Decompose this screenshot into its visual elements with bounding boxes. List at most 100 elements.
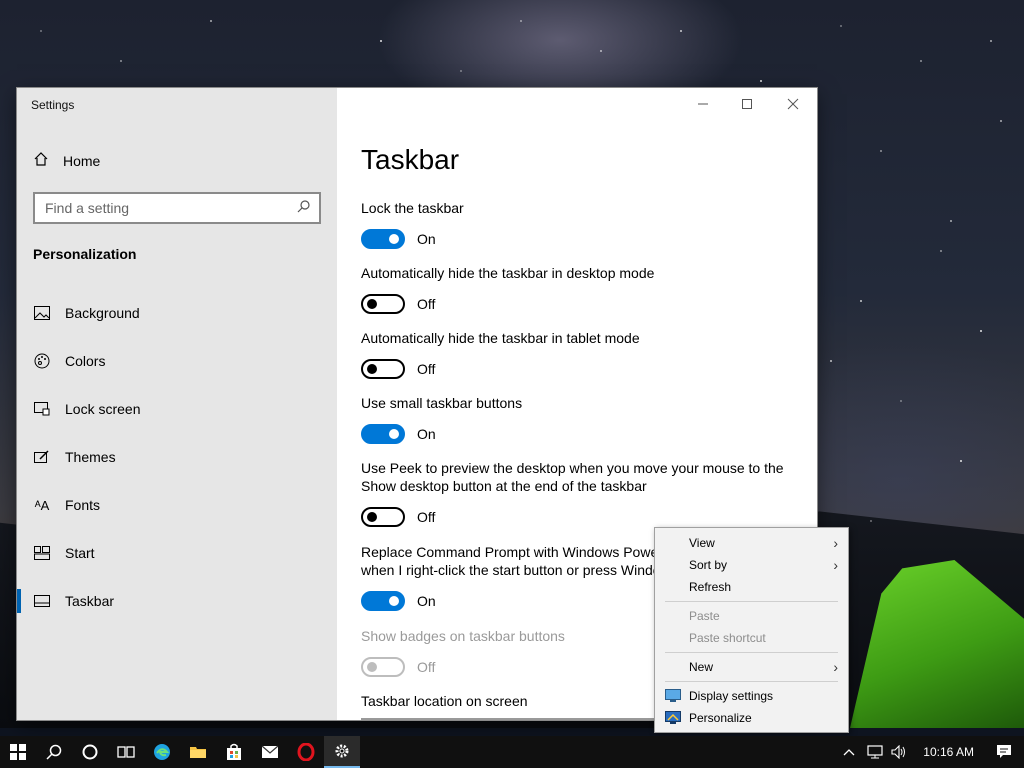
search-box[interactable] [33,192,321,224]
menu-item-paste-shortcut[interactable]: Paste shortcut [655,627,848,649]
taskbar: 10:16 AM [0,736,1024,768]
menu-item-sort-by[interactable]: Sort by › [655,554,848,576]
minimize-button[interactable] [687,94,719,114]
menu-item-new[interactable]: New › [655,656,848,678]
network-icon[interactable] [867,745,883,759]
small-buttons-toggle[interactable] [361,424,405,444]
action-center-icon[interactable] [990,744,1024,760]
sidebar-item-label: Start [65,545,95,561]
star [870,520,872,522]
menu-separator [665,601,838,602]
menu-item-label: Paste [689,609,720,623]
star [760,80,762,82]
search-button[interactable] [36,736,72,768]
search-icon[interactable] [297,199,311,218]
sidebar-item-taskbar[interactable]: Taskbar [17,581,337,621]
star [950,220,952,222]
sidebar-item-themes[interactable]: Themes [17,437,337,477]
sidebar-item-label: Lock screen [65,401,141,417]
start-button[interactable] [0,736,36,768]
autohide-desktop-toggle[interactable] [361,294,405,314]
chevron-right-icon: › [833,557,838,573]
star [990,40,992,42]
mail-app[interactable] [252,736,288,768]
star [830,360,832,362]
setting-autohide-desktop: Automatically hide the taskbar in deskto… [361,264,801,314]
setting-label: Use Peek to preview the desktop when you… [361,460,784,494]
display-icon [665,689,681,703]
font-icon: ᴬA [34,497,50,513]
chevron-up-icon[interactable] [839,748,859,756]
file-explorer-icon [190,747,206,758]
cortana-button[interactable] [72,736,108,768]
sidebar-item-fonts[interactable]: ᴬA Fonts [17,485,337,525]
search-input[interactable] [45,200,285,216]
star [460,70,462,72]
menu-item-display-settings[interactable]: Display settings [655,685,848,707]
star [920,60,922,62]
palette-icon [33,352,51,370]
lock-screen-icon [33,400,51,418]
edge-icon [154,744,170,760]
menu-item-refresh[interactable]: Refresh [655,576,848,598]
star [940,250,942,252]
powershell-toggle[interactable] [361,591,405,611]
picture-icon [33,304,51,322]
location-dropdown[interactable] [361,718,661,720]
sidebar: Settings Home Personalization Background [17,88,337,720]
menu-item-label: Paste shortcut [689,631,766,645]
star [880,150,882,152]
setting-label: Automatically hide the taskbar in deskto… [361,265,655,281]
settings-app[interactable] [324,736,360,768]
maximize-button[interactable] [731,94,763,114]
opera-browser-icon [297,743,315,761]
star [860,300,862,302]
menu-item-view[interactable]: View › [655,532,848,554]
star [840,25,842,27]
star [980,330,982,332]
star [210,20,212,22]
sidebar-item-lock-screen[interactable]: Lock screen [17,389,337,429]
edge-app[interactable] [144,736,180,768]
volume-icon[interactable] [891,745,907,759]
setting-autohide-tablet: Automatically hide the taskbar in tablet… [361,329,801,379]
close-button[interactable] [777,94,809,114]
peek-toggle[interactable] [361,507,405,527]
badges-toggle[interactable] [361,657,405,677]
section-title: Personalization [33,246,137,262]
toggle-state: Off [417,361,436,377]
home-icon [33,151,49,170]
home-nav-item[interactable]: Home [33,151,100,170]
sidebar-item-label: Background [65,305,140,321]
star [1000,120,1002,122]
sidebar-item-label: Themes [65,449,116,465]
sidebar-item-start[interactable]: Start [17,533,337,573]
sidebar-item-label: Taskbar [65,593,115,609]
star [900,400,902,402]
lock-taskbar-toggle[interactable] [361,229,405,249]
system-tray: 10:16 AM [839,736,1024,768]
opera-browser-app[interactable] [288,736,324,768]
star [680,30,682,32]
brush-icon [33,448,51,466]
menu-item-paste[interactable]: Paste [655,605,848,627]
task-view-button[interactable] [108,736,144,768]
sidebar-item-label: Colors [65,353,106,369]
star [120,60,122,62]
sidebar-item-background[interactable]: Background [17,293,337,333]
autohide-tablet-toggle[interactable] [361,359,405,379]
window-title: Settings [31,98,75,112]
menu-item-label: Sort by [689,558,728,572]
setting-label: Automatically hide the taskbar in tablet… [361,330,640,346]
menu-item-personalize[interactable]: Personalize [655,707,848,729]
menu-item-label: Personalize [689,711,752,725]
file-explorer-app[interactable] [180,736,216,768]
clock[interactable]: 10:16 AM [915,745,982,759]
toggle-state: Off [417,509,436,525]
menu-item-label: Refresh [689,580,732,594]
setting-lock-taskbar: Lock the taskbar On [361,199,801,249]
star [40,30,42,32]
sidebar-item-label: Fonts [65,497,101,513]
sidebar-item-colors[interactable]: Colors [17,341,337,381]
store-app[interactable] [216,736,252,768]
